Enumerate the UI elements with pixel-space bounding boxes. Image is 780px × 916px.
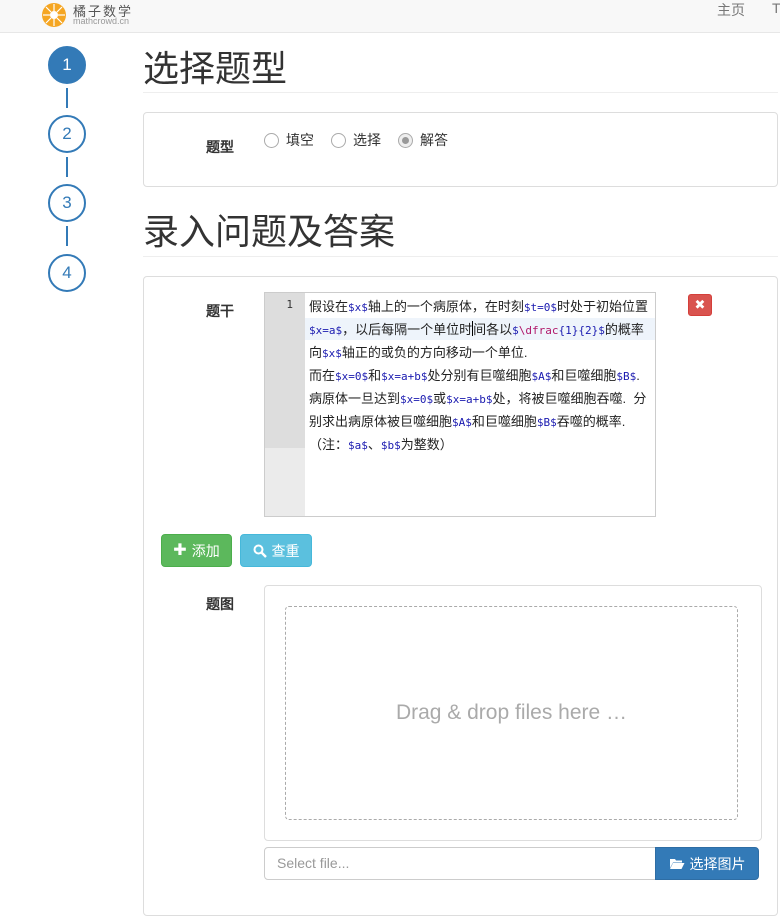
stem-code-editor[interactable]: 1 假设在$x$轴上的一个病原体，在时刻$t=0$时处于初始位置$x=a$，以后… [264, 292, 656, 517]
editor-math-run: $a$ [348, 439, 368, 452]
radio-answer[interactable]: 解答 [398, 130, 448, 150]
editor-math-run: $ [512, 324, 519, 337]
section-title-entry: 录入问题及答案 [143, 212, 396, 253]
dropzone-text: Drag & drop files here … [395, 701, 628, 724]
editor-text-run: 处分别有巨噬细胞 [427, 368, 532, 383]
editor-text-run: 和巨噬细胞 [551, 368, 617, 383]
step-connector [66, 226, 68, 246]
folder-open-icon [669, 859, 684, 869]
editor-text-run: 间各以 [473, 322, 513, 337]
editor-math-run: $b$ [380, 439, 401, 452]
editor-math-run: $A$ [531, 370, 552, 383]
editor-math-run: $x=0$ [335, 370, 369, 383]
check-button-label: 查重 [271, 542, 300, 559]
editor-math-run: $x=a+b$ [381, 370, 428, 383]
editor-math-run: $x=a$ [309, 324, 343, 337]
delete-stem-button[interactable]: ✖ [688, 294, 712, 316]
radio-fill-blank[interactable]: 填空 [264, 130, 314, 150]
editor-gutter-empty [265, 448, 305, 516]
file-caption-input[interactable]: Select file... [264, 847, 656, 880]
editor-text-run: 、 [367, 437, 381, 452]
editor-text-run: ，以后每隔一个单位时 [342, 322, 473, 337]
editor-math-run: {1}{2} [558, 324, 599, 337]
radio-button-selected[interactable] [398, 132, 413, 148]
editor-gutter [265, 293, 305, 448]
choose-image-label: 选择图片 [689, 855, 746, 872]
radio-label: 解答 [420, 132, 448, 148]
editor-text-run: 为整数） [400, 437, 453, 452]
editor-math-run: $B$ [536, 416, 557, 429]
line-number: 1 [286, 298, 293, 311]
step-2[interactable]: 2 [48, 115, 86, 153]
search-icon [253, 544, 267, 558]
radio-button[interactable] [331, 132, 346, 148]
editor-text[interactable]: 假设在$x$轴上的一个病原体，在时刻$t=0$时处于初始位置$x=a$，以后每隔… [309, 296, 654, 457]
orange-logo-icon[interactable] [40, 1, 68, 29]
editor-math-run: \dfrac [518, 324, 559, 337]
brand-domain: mathcrowd.cn [73, 16, 130, 26]
editor-text-run: 轴上的一个病原体，在时刻 [367, 299, 524, 314]
dropzone[interactable]: Drag & drop files here … [285, 606, 738, 820]
editor-text-run: 假设在 [309, 299, 349, 314]
editor-math-run: $t=0$ [523, 301, 558, 314]
close-icon: ✖ [694, 297, 706, 312]
divider [143, 92, 778, 93]
editor-math-run: $B$ [616, 370, 637, 383]
plus-icon: ✚ [173, 541, 187, 559]
top-navbar: 橘子数学 mathcrowd.cn 主页 T [0, 0, 780, 33]
editor-math-run: $x$ [322, 347, 342, 360]
editor-math-run: $x=a+b$ [446, 393, 493, 406]
editor-math-run: $x$ [348, 301, 368, 314]
nav-home-link[interactable]: 主页 [717, 0, 745, 20]
radio-choice[interactable]: 选择 [331, 130, 381, 150]
type-panel [143, 112, 778, 187]
radio-label: 选择 [353, 132, 381, 148]
image-label: 题图 [206, 596, 234, 612]
section-title-type: 选择题型 [143, 49, 288, 90]
stem-label: 题干 [206, 303, 234, 319]
editor-text-run: 时处于初始位置 [557, 299, 649, 314]
editor-text-run: 轴正的或负的方向移动一个单位. [341, 345, 528, 360]
step-3[interactable]: 3 [48, 184, 86, 222]
radio-button[interactable] [264, 132, 279, 148]
type-label: 题型 [206, 139, 234, 155]
nav-extra-link[interactable]: T [772, 0, 780, 16]
divider [143, 256, 778, 257]
editor-text-run: 而在 [309, 368, 336, 383]
step-connector [66, 157, 68, 177]
step-connector [66, 88, 68, 108]
add-button-label: 添加 [191, 542, 220, 559]
editor-text-run: 和 [368, 368, 382, 383]
duplicate-check-button[interactable]: 查重 [240, 534, 312, 567]
step-4[interactable]: 4 [48, 254, 86, 292]
editor-text-run: 和巨噬细胞 [471, 414, 537, 429]
radio-label: 填空 [286, 132, 314, 148]
editor-text-run: 或 [433, 391, 447, 406]
editor-math-run: $x=0$ [400, 393, 434, 406]
editor-math-run: $ [598, 324, 605, 337]
choose-image-button[interactable]: 选择图片 [655, 847, 759, 880]
step-1[interactable]: 1 [48, 46, 86, 84]
add-button[interactable]: ✚ 添加 [161, 534, 232, 567]
editor-math-run: $A$ [452, 416, 472, 429]
